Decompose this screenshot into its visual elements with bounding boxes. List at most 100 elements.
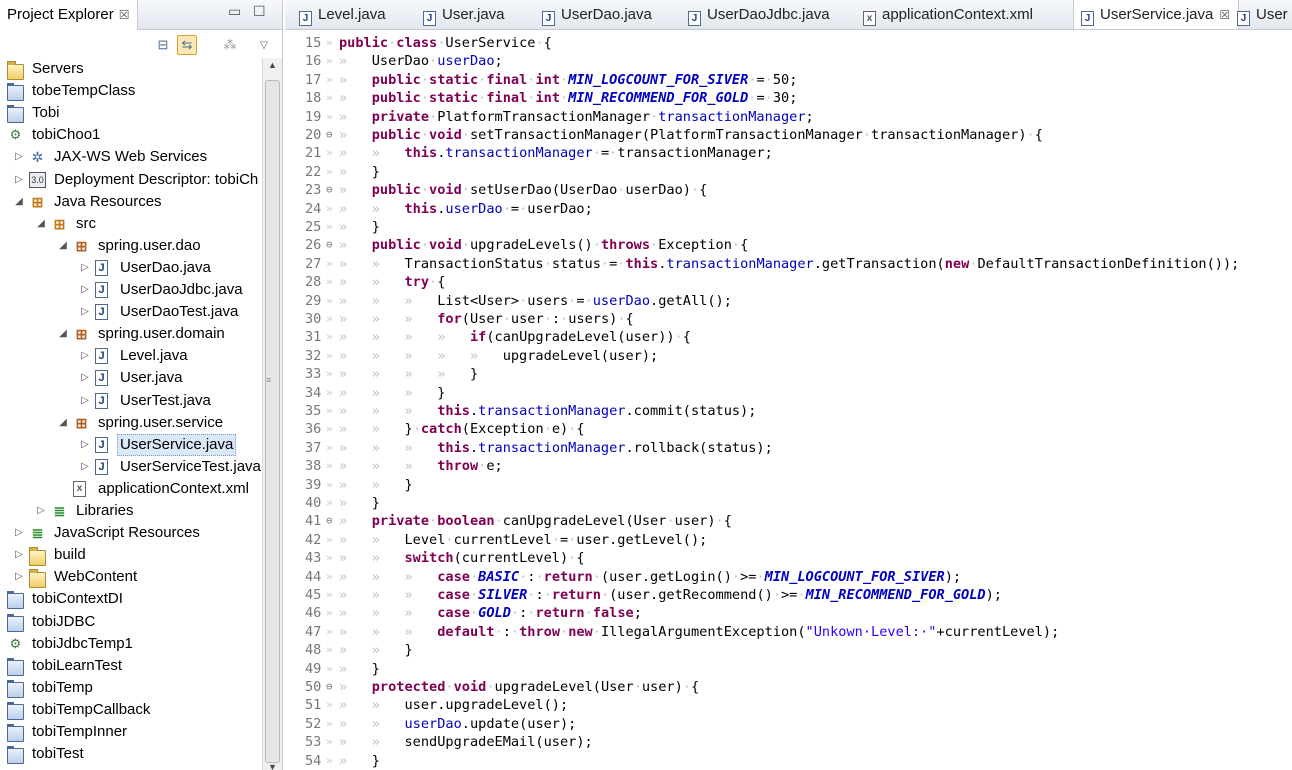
minimize-icon[interactable]: ▭ <box>228 3 241 20</box>
code-token: · <box>469 605 479 622</box>
code-token: this <box>404 145 438 162</box>
fold-toggle-icon[interactable]: ⊖ <box>326 181 338 199</box>
collapse-arrow-icon[interactable]: ◢ <box>35 213 47 235</box>
tree-item[interactable]: ◢ ⊞ spring.user.domain <box>0 323 262 345</box>
tree-item[interactable]: ▷ J UserService.java <box>0 433 262 456</box>
editor-tab[interactable]: J Level.java <box>299 0 386 29</box>
code-line: 54»» } <box>285 752 1292 770</box>
tree-item[interactable]: ▷ WebContent <box>0 566 262 589</box>
scroll-thumb[interactable] <box>265 80 280 763</box>
tree-item[interactable]: ▷ J UserDaoTest.java <box>0 301 262 323</box>
code-area[interactable]: 15» public·class·UserService·{16»» UserDa… <box>285 34 1292 770</box>
expand-arrow-icon[interactable]: ▷ <box>13 146 25 168</box>
expand-arrow-icon[interactable]: ▷ <box>79 345 91 367</box>
expand-arrow-icon[interactable]: ▷ <box>79 257 91 279</box>
tree-item[interactable]: tobiTempCallback <box>0 699 262 721</box>
fold-toggle-icon[interactable]: ⊖ <box>326 678 338 696</box>
code-text: » » }·catch(Exception·e)·{ <box>339 420 585 438</box>
project-explorer-tab[interactable]: Project Explorer ☒ <box>0 0 139 30</box>
collapse-arrow-icon[interactable]: ◢ <box>57 412 69 434</box>
whitespace-marker: » <box>326 477 333 491</box>
expand-arrow-icon[interactable]: ▷ <box>13 566 25 588</box>
tree-item[interactable]: ⚙ tobiJdbcTemp1 <box>0 633 262 655</box>
collapse-arrow-icon[interactable]: ◢ <box>57 323 69 345</box>
tree-item[interactable]: ◢ ⊞ spring.user.service <box>0 412 262 434</box>
code-line: 38»» » » throw·e; <box>285 457 1292 475</box>
editor-tab[interactable]: J UserService.java ☒ <box>1073 0 1240 29</box>
tree-item[interactable]: Tobi <box>0 102 262 124</box>
tree-item[interactable]: tobiTest <box>0 743 262 765</box>
tree-item[interactable]: ▷ J User.java <box>0 367 262 389</box>
tree-item[interactable]: ▷ J UserTest.java <box>0 390 262 412</box>
expand-arrow-icon[interactable]: ▷ <box>35 500 47 522</box>
scroll-up-icon[interactable]: ▲ <box>263 60 282 76</box>
expand-arrow-icon[interactable]: ▷ <box>79 434 91 456</box>
expand-arrow-icon[interactable]: ▷ <box>79 301 91 323</box>
code-text: » } <box>339 752 380 770</box>
expand-arrow-icon[interactable]: ▷ <box>13 522 25 544</box>
expand-arrow-icon[interactable]: ▷ <box>13 169 25 191</box>
editor-tab[interactable]: J User.java <box>423 0 505 29</box>
tree-item[interactable]: ▷ build <box>0 544 262 567</box>
tree-item[interactable]: tobiTempInner <box>0 721 262 743</box>
editor-tab[interactable]: J User <box>1237 0 1288 29</box>
tree-item[interactable]: tobiLearnTest <box>0 655 262 677</box>
tree-item[interactable]: tobiTemp <box>0 677 262 699</box>
tree-item[interactable]: ▷ J Level.java <box>0 345 262 367</box>
link-with-editor-icon[interactable]: ⇆ <box>177 35 197 55</box>
tree-item[interactable]: ▷ ≣ JavaScript Resources <box>0 522 262 544</box>
editor-tab[interactable]: J UserDaoJdbc.java <box>688 0 830 29</box>
tree-item[interactable]: ◢ ⊞ src <box>0 213 262 235</box>
tree-item[interactable]: ▷ J UserDaoJdbc.java <box>0 279 262 301</box>
tree-item[interactable]: ▷ 3.0 Deployment Descriptor: tobiCh <box>0 169 262 191</box>
tree-item[interactable]: ⚙ tobiChoo1 <box>0 124 262 146</box>
code-token: transactionManager) <box>871 127 1027 143</box>
expand-arrow-icon[interactable]: ▷ <box>79 279 91 301</box>
scroll-down-icon[interactable]: ▼ <box>263 762 282 770</box>
fold-toggle-icon[interactable]: ⊖ <box>326 236 338 254</box>
code-line: 47»» » » default·:·throw·new·IllegalArgu… <box>285 623 1292 641</box>
code-token: » » » <box>339 605 438 622</box>
tree-item[interactable]: tobiJDBC <box>0 611 262 633</box>
collapse-arrow-icon[interactable]: ◢ <box>13 191 25 213</box>
project-explorer-tab-label: Project Explorer <box>7 6 114 23</box>
expand-arrow-icon[interactable]: ▷ <box>13 544 25 566</box>
expand-arrow-icon[interactable]: ▷ <box>79 390 91 412</box>
focus-icon[interactable]: ⁂ <box>220 35 240 55</box>
tree-item[interactable]: Servers <box>0 58 262 80</box>
tree-item[interactable]: x applicationContext.xml <box>0 478 262 500</box>
code-token: setUserDao(UserDao <box>469 182 618 199</box>
tree-item[interactable]: ▷ ✲ JAX-WS Web Services <box>0 146 262 168</box>
tree-item-label: tobiJdbcTemp1 <box>32 634 133 652</box>
collapse-arrow-icon[interactable]: ◢ <box>57 235 69 257</box>
tree-item[interactable]: ▷ J UserDao.java <box>0 257 262 279</box>
whitespace-marker: » <box>326 256 333 270</box>
code-token: GOLD <box>478 605 511 622</box>
editor-tab[interactable]: x applicationContext.xml <box>863 0 1033 29</box>
close-icon[interactable]: ☒ <box>119 8 130 22</box>
tree-item[interactable]: ◢ ⊞ spring.user.dao <box>0 235 262 257</box>
maximize-icon[interactable]: ☐ <box>253 3 266 20</box>
code-token: .getTransaction( <box>813 255 945 272</box>
expand-arrow-icon[interactable]: ▷ <box>79 456 91 478</box>
tree-item[interactable]: ◢ ⊞ Java Resources <box>0 191 262 213</box>
code-token: "Unkown·Level:·" <box>805 623 937 640</box>
code-token: · <box>600 255 610 272</box>
code-token: » » <box>339 145 405 162</box>
explorer-vertical-scrollbar[interactable]: ▲ ≡ ▼ <box>262 58 282 770</box>
code-line: 20 ⊖» public·void·setTransactionManager(P… <box>285 126 1292 144</box>
fold-toggle-icon[interactable]: ⊖ <box>326 126 338 144</box>
project-explorer-view: Project Explorer ☒ ▭ ☐ ⊟ ⇆ ⁂ ▽ Servers tob… <box>0 0 283 770</box>
view-menu-icon[interactable]: ▽ <box>254 35 274 55</box>
java-file-icon: J <box>95 348 108 365</box>
expand-arrow-icon[interactable]: ▷ <box>79 367 91 389</box>
tree-item[interactable]: tobiContextDI <box>0 588 262 610</box>
editor-tab[interactable]: J UserDao.java <box>542 0 652 29</box>
tree-item[interactable]: tobeTempClass <box>0 80 262 102</box>
code-token: · <box>510 623 520 640</box>
fold-toggle-icon[interactable]: ⊖ <box>326 512 338 530</box>
collapse-all-icon[interactable]: ⊟ <box>153 35 173 55</box>
tree-item[interactable]: ▷ J UserServiceTest.java <box>0 456 262 478</box>
tree-item[interactable]: ▷ ≣ Libraries <box>0 500 262 522</box>
close-icon[interactable]: ☒ <box>1219 8 1230 22</box>
